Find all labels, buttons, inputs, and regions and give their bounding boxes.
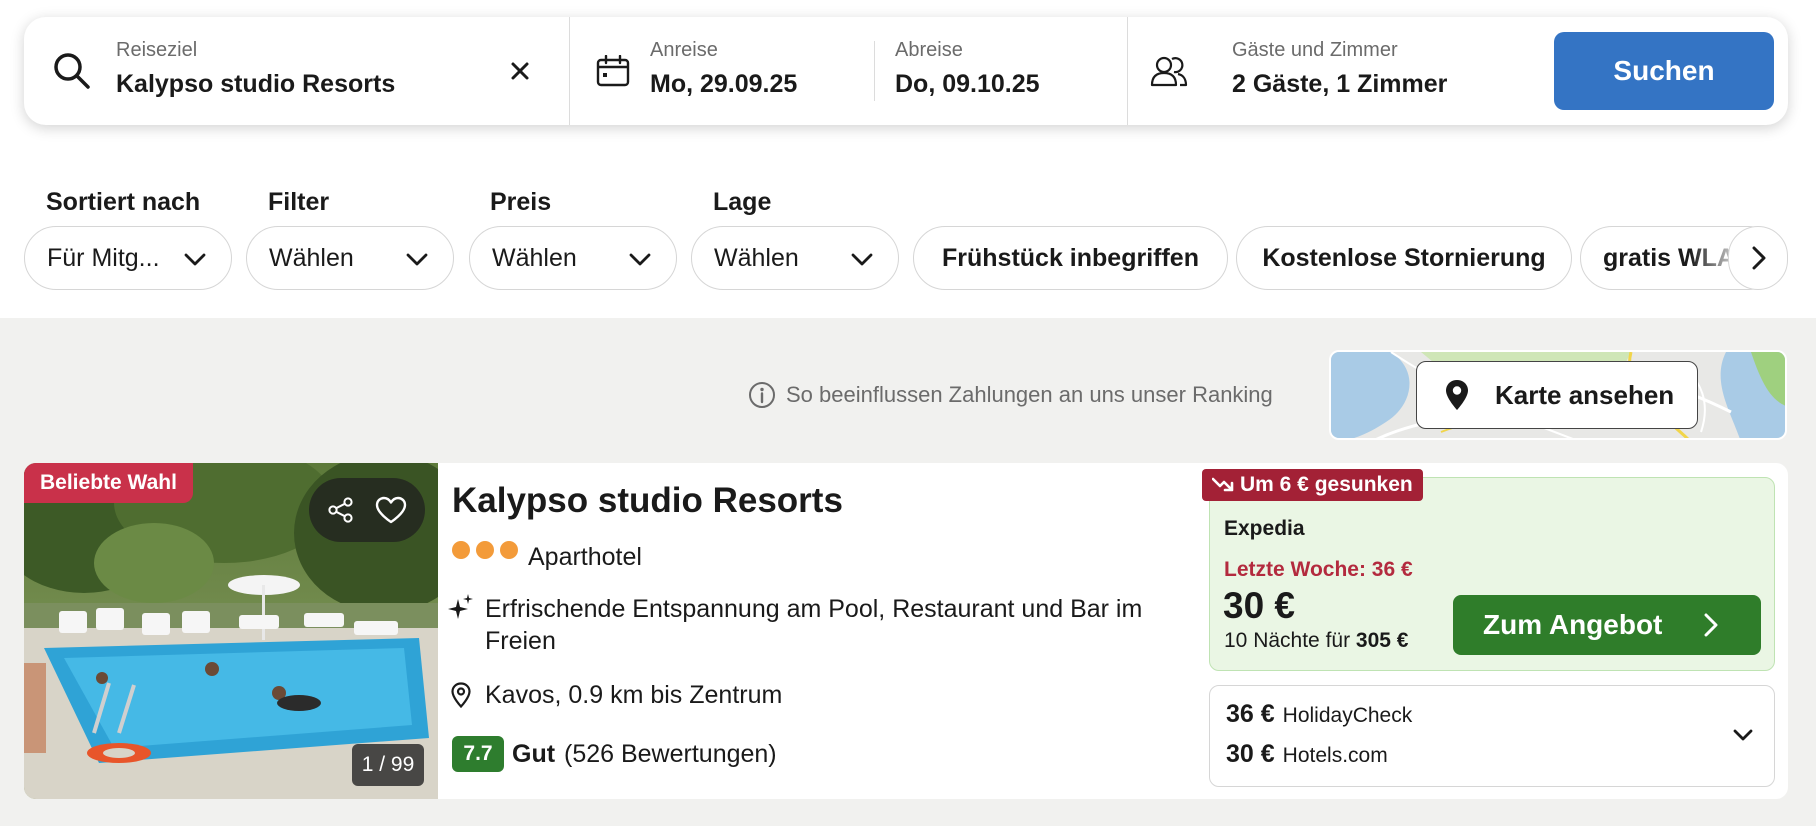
star-rating xyxy=(452,541,518,559)
rating-score-badge: 7.7 xyxy=(452,736,504,772)
destination-value[interactable]: Kalypso studio Resorts xyxy=(116,70,395,99)
view-map-label: Karte ansehen xyxy=(1495,379,1675,410)
checkout-field[interactable]: Abreise Do, 09.10.25 xyxy=(875,17,1151,125)
other-offer-row: 36 € HolidayCheck xyxy=(1226,700,1412,729)
location-pin-icon xyxy=(451,682,471,708)
location-dropdown[interactable]: Wählen xyxy=(691,226,899,290)
guests-label: Gäste und Zimmer xyxy=(1232,39,1398,61)
location-value: Wählen xyxy=(714,243,799,272)
filter-label: Filter xyxy=(268,188,330,216)
clear-icon[interactable] xyxy=(510,61,530,81)
free-cancellation-toggle[interactable]: Kostenlose Stornierung xyxy=(1236,226,1572,290)
star-dot xyxy=(500,541,518,559)
hotel-card[interactable]: Beliebte Wahl 1 / 99 Kalypso studio Reso… xyxy=(24,463,1788,799)
breakfast-toggle[interactable]: Frühstück inbegriffen xyxy=(913,226,1228,290)
guests-icon xyxy=(1150,56,1188,87)
chevron-down-icon[interactable] xyxy=(1732,724,1754,746)
sparkle-icon xyxy=(448,594,473,619)
info-icon xyxy=(749,382,775,408)
price-drop-badge: Um 6 € gesunken xyxy=(1202,469,1423,501)
offer-price: 30 € xyxy=(1223,585,1296,626)
filter-value: Wählen xyxy=(269,243,354,272)
review-count[interactable]: (526 Bewertungen) xyxy=(564,740,777,769)
filter-dropdown[interactable]: Wählen xyxy=(246,226,454,290)
search-bar: Reiseziel Kalypso studio Resorts Anreise… xyxy=(24,17,1788,125)
other-offer-provider: Hotels.com xyxy=(1282,744,1388,767)
guests-value[interactable]: 2 Gäste, 1 Zimmer xyxy=(1232,70,1447,99)
chevron-right-icon xyxy=(1752,246,1766,270)
photo-counter: 1 / 99 xyxy=(352,744,424,786)
hotel-highlight: Erfrischende Entspannung am Pool, Restau… xyxy=(485,595,1143,655)
map-pin-icon xyxy=(1446,380,1468,410)
star-dot xyxy=(452,541,470,559)
chevron-down-icon xyxy=(406,253,428,266)
price-drop-text: Um 6 € gesunken xyxy=(1240,473,1413,496)
chevron-down-icon xyxy=(629,253,651,266)
hotel-photo[interactable]: Beliebte Wahl 1 / 99 xyxy=(24,463,438,799)
trend-down-icon xyxy=(1212,477,1234,492)
location-label: Lage xyxy=(713,188,772,216)
guests-field[interactable]: Gäste und Zimmer 2 Gäste, 1 Zimmer xyxy=(1128,17,1548,125)
search-icon xyxy=(54,53,90,89)
checkin-field[interactable]: Anreise Mo, 29.09.25 xyxy=(570,17,898,125)
popular-choice-badge: Beliebte Wahl xyxy=(24,463,193,503)
chevron-right-icon xyxy=(1704,613,1718,637)
chevron-down-icon xyxy=(184,253,206,266)
view-deal-label: Zum Angebot xyxy=(1483,609,1663,640)
photo-actions xyxy=(309,478,425,542)
calendar-icon xyxy=(596,55,630,87)
filters-next-button[interactable] xyxy=(1728,226,1788,290)
view-deal-button[interactable]: Zum Angebot xyxy=(1453,595,1761,655)
price-dropdown[interactable]: Wählen xyxy=(469,226,677,290)
sort-label: Sortiert nach xyxy=(46,188,201,216)
sort-value: Für Mitg... xyxy=(47,243,160,272)
hotel-name[interactable]: Kalypso studio Resorts xyxy=(452,481,843,521)
price-value: Wählen xyxy=(492,243,577,272)
last-week-price: Letzte Woche: 36 € xyxy=(1224,558,1413,581)
heart-icon[interactable] xyxy=(375,496,407,524)
chevron-down-icon xyxy=(851,253,873,266)
search-button[interactable]: Suchen xyxy=(1554,32,1774,110)
other-offer-row: 30 € Hotels.com xyxy=(1226,740,1388,769)
checkin-value[interactable]: Mo, 29.09.25 xyxy=(650,70,797,99)
nights-text: 10 Nächte für xyxy=(1224,629,1351,652)
other-offer-price: 36 € xyxy=(1226,700,1275,728)
checkin-label: Anreise xyxy=(650,39,718,61)
offer-provider: Expedia xyxy=(1224,517,1305,540)
hotel-type: Aparthotel xyxy=(528,543,642,571)
total-price-line: 10 Nächte für 305 € xyxy=(1224,629,1408,653)
star-dot xyxy=(476,541,494,559)
total-price: 305 € xyxy=(1355,629,1409,652)
destination-label: Reiseziel xyxy=(116,39,198,61)
checkout-value[interactable]: Do, 09.10.25 xyxy=(895,70,1040,99)
view-map-button[interactable]: Karte ansehen xyxy=(1416,361,1698,429)
other-offer-provider: HolidayCheck xyxy=(1282,704,1413,727)
share-icon[interactable] xyxy=(327,496,355,524)
checkout-label: Abreise xyxy=(895,39,963,61)
rating-word: Gut xyxy=(512,740,556,768)
ranking-info[interactable]: So beeinflussen Zahlungen an uns unser R… xyxy=(748,381,1273,409)
ranking-info-text: So beeinflussen Zahlungen an uns unser R… xyxy=(786,382,1273,407)
hotel-location: Kavos, 0.9 km bis Zentrum xyxy=(485,681,783,709)
sort-dropdown[interactable]: Für Mitg... xyxy=(24,226,232,290)
price-label: Preis xyxy=(490,188,552,216)
other-offer-price: 30 € xyxy=(1226,740,1275,768)
other-offers[interactable]: 36 € HolidayCheck 30 € Hotels.com xyxy=(1209,685,1775,787)
destination-field[interactable]: Reiseziel Kalypso studio Resorts xyxy=(24,17,569,125)
